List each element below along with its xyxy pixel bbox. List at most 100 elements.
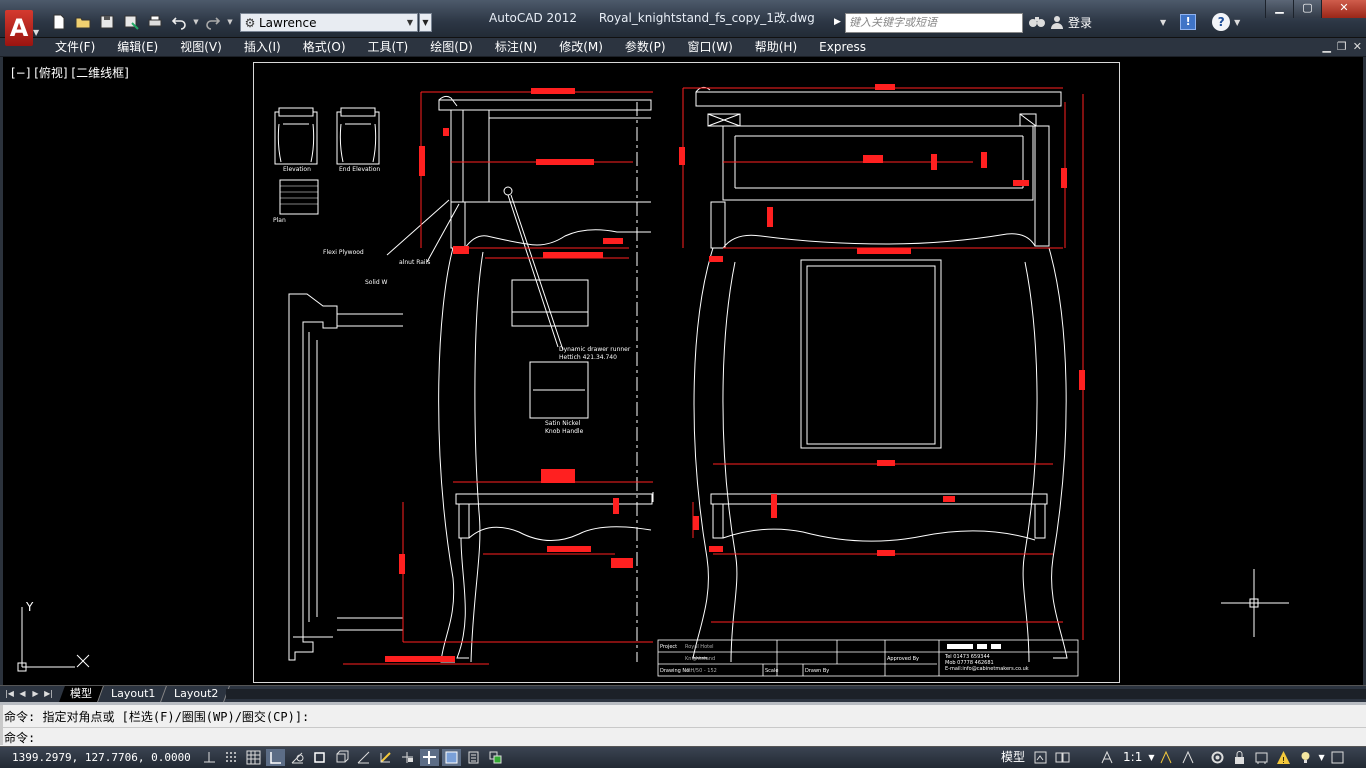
annotation-scale-value[interactable]: 1:1 xyxy=(1120,749,1145,766)
quick-properties-button[interactable] xyxy=(464,749,483,766)
quick-view-layouts-button[interactable] xyxy=(1031,749,1050,766)
doc-close-button[interactable]: ✕ xyxy=(1353,38,1362,56)
cad-drawing[interactable]: Elevation End Elevation Plan Flexi Plywo… xyxy=(253,62,1120,683)
menu-modify[interactable]: 修改(M) xyxy=(548,38,614,56)
prev-tab-icon[interactable]: ◀ xyxy=(17,688,28,700)
label-knob-handle: Knob Handle xyxy=(545,428,584,435)
application-menu-button[interactable]: A ▼ xyxy=(2,4,40,50)
ortho-mode-button[interactable] xyxy=(266,749,285,766)
login-button[interactable]: 登录 xyxy=(1050,14,1092,31)
undo-dropdown-icon[interactable]: ▼ xyxy=(192,13,200,31)
new-file-button[interactable] xyxy=(48,13,70,31)
menu-parametric[interactable]: 参数(P) xyxy=(614,38,677,56)
binoculars-icon[interactable] xyxy=(1028,14,1046,31)
menu-insert[interactable]: 插入(I) xyxy=(233,38,292,56)
infer-constraints-button[interactable] xyxy=(200,749,219,766)
tab-layout2[interactable]: Layout2 xyxy=(163,686,231,702)
thumbnail-plan xyxy=(279,179,319,215)
annotation-text: Elevation End Elevation Plan Flexi Plywo… xyxy=(273,166,631,435)
menu-edit[interactable]: 编辑(E) xyxy=(106,38,169,56)
isolate-objects-button[interactable] xyxy=(1296,749,1315,766)
menu-draw[interactable]: 绘图(D) xyxy=(419,38,484,56)
hardware-acceleration-button[interactable] xyxy=(1252,749,1271,766)
menu-view[interactable]: 视图(V) xyxy=(169,38,233,56)
quick-view-drawings-button[interactable] xyxy=(1053,749,1072,766)
redo-dropdown-icon[interactable]: ▼ xyxy=(226,13,234,31)
search-expand-icon[interactable]: ▶ xyxy=(834,12,844,32)
tb-drawing-no-value: RH/50 - 152 xyxy=(687,668,717,674)
app-name: AutoCAD 2012 xyxy=(489,11,578,25)
warning-icon[interactable]: ! xyxy=(1274,749,1293,766)
menu-dimension[interactable]: 标注(N) xyxy=(484,38,548,56)
help-button[interactable]: ? xyxy=(1212,13,1231,31)
save-button[interactable] xyxy=(96,13,118,31)
tab-model-label: 模型 xyxy=(70,687,92,700)
tab-layout1[interactable]: Layout1 xyxy=(100,686,168,702)
annotation-scale-icon[interactable] xyxy=(1098,749,1117,766)
drawing-canvas[interactable]: [−] [俯视] [二维线框] Elevation End Elevation … xyxy=(0,57,1366,685)
menu-express[interactable]: Express xyxy=(808,38,877,56)
dynamic-ucs-button[interactable] xyxy=(376,749,395,766)
chevron-down-icon[interactable]: ▼ xyxy=(1318,753,1324,762)
model-space-button[interactable]: 模型 xyxy=(998,749,1028,766)
workspace-value: Lawrence xyxy=(259,15,317,30)
3d-object-snap-button[interactable] xyxy=(332,749,351,766)
chevron-down-icon[interactable]: ▼ xyxy=(1234,18,1240,27)
undo-button[interactable] xyxy=(168,13,190,31)
maximize-button[interactable]: ▢ xyxy=(1293,0,1321,18)
horizontal-scrollbar[interactable] xyxy=(226,689,1366,699)
object-snap-button[interactable] xyxy=(310,749,329,766)
close-button[interactable]: ✕ xyxy=(1321,0,1366,18)
command-line[interactable]: 命令: 指定对角点或 [栏选(F)/圈围(WP)/圈交(CP)]: 命令: xyxy=(0,702,1366,746)
command-input[interactable]: 命令: xyxy=(4,729,35,746)
doc-minimize-button[interactable]: ▁ xyxy=(1322,38,1330,56)
menu-window[interactable]: 窗口(W) xyxy=(677,38,744,56)
tab-model[interactable]: 模型 xyxy=(59,686,104,702)
customize-qat-button[interactable]: ▼ xyxy=(419,13,432,32)
clean-screen-button[interactable] xyxy=(1328,749,1347,766)
object-snap-tracking-button[interactable] xyxy=(354,749,373,766)
menu-format[interactable]: 格式(O) xyxy=(292,38,357,56)
show-lineweight-button[interactable] xyxy=(420,749,439,766)
chevron-down-icon[interactable]: ▼ xyxy=(1160,18,1166,27)
selection-cycling-button[interactable] xyxy=(486,749,505,766)
window-title: AutoCAD 2012 Royal_knightstand_fs_copy_1… xyxy=(489,9,815,26)
label-end-elevation: End Elevation xyxy=(339,166,380,173)
exchange-apps-button[interactable]: ! xyxy=(1180,14,1197,30)
transparency-button[interactable] xyxy=(442,749,461,766)
doc-restore-button[interactable]: ❐ xyxy=(1337,38,1347,56)
menu-help[interactable]: 帮助(H) xyxy=(744,38,808,56)
last-tab-icon[interactable]: ▶| xyxy=(43,688,54,700)
chevron-down-icon[interactable]: ▼ xyxy=(1148,753,1154,762)
print-button[interactable] xyxy=(144,13,166,31)
tb-email: E-mail:info@cabinetmakers.co.uk xyxy=(945,666,1029,672)
save-as-button[interactable] xyxy=(120,13,142,31)
end-elevation xyxy=(692,86,1068,663)
side-section-profile xyxy=(288,293,403,661)
grid-display-button[interactable] xyxy=(244,749,263,766)
first-tab-icon[interactable]: |◀ xyxy=(4,688,15,700)
coordinate-readout[interactable]: 1399.2979, 127.7706, 0.0000 xyxy=(12,751,191,764)
label-elevation: Elevation xyxy=(283,166,311,173)
command-line-grip[interactable] xyxy=(0,705,3,745)
workspace-switching-button[interactable] xyxy=(1208,749,1227,766)
viewport-controls-label[interactable]: [−] [俯视] [二维线框] xyxy=(11,64,129,81)
menu-tools[interactable]: 工具(T) xyxy=(357,38,420,56)
lock-icon[interactable] xyxy=(1230,749,1249,766)
menu-file[interactable]: 文件(F) xyxy=(44,38,106,56)
tb-title-value: Knightstand xyxy=(685,656,715,662)
tab-layout1-label: Layout1 xyxy=(111,687,156,700)
open-file-button[interactable] xyxy=(72,13,94,31)
snap-mode-button[interactable] xyxy=(222,749,241,766)
polar-tracking-button[interactable] xyxy=(288,749,307,766)
dynamic-input-button[interactable] xyxy=(398,749,417,766)
next-tab-icon[interactable]: ▶ xyxy=(30,688,41,700)
auto-scale-button[interactable] xyxy=(1179,749,1198,766)
redo-button[interactable] xyxy=(202,13,224,31)
workspace-select[interactable]: ⚙ Lawrence ▼ xyxy=(240,13,418,32)
minimize-button[interactable]: ▁ xyxy=(1265,0,1293,18)
label-walnut-rails: alnut Rails xyxy=(399,259,430,266)
thumbnail-end-elevation xyxy=(336,107,380,165)
annotation-visibility-button[interactable] xyxy=(1157,749,1176,766)
search-input[interactable]: 键入关键字或短语 xyxy=(845,13,1023,33)
